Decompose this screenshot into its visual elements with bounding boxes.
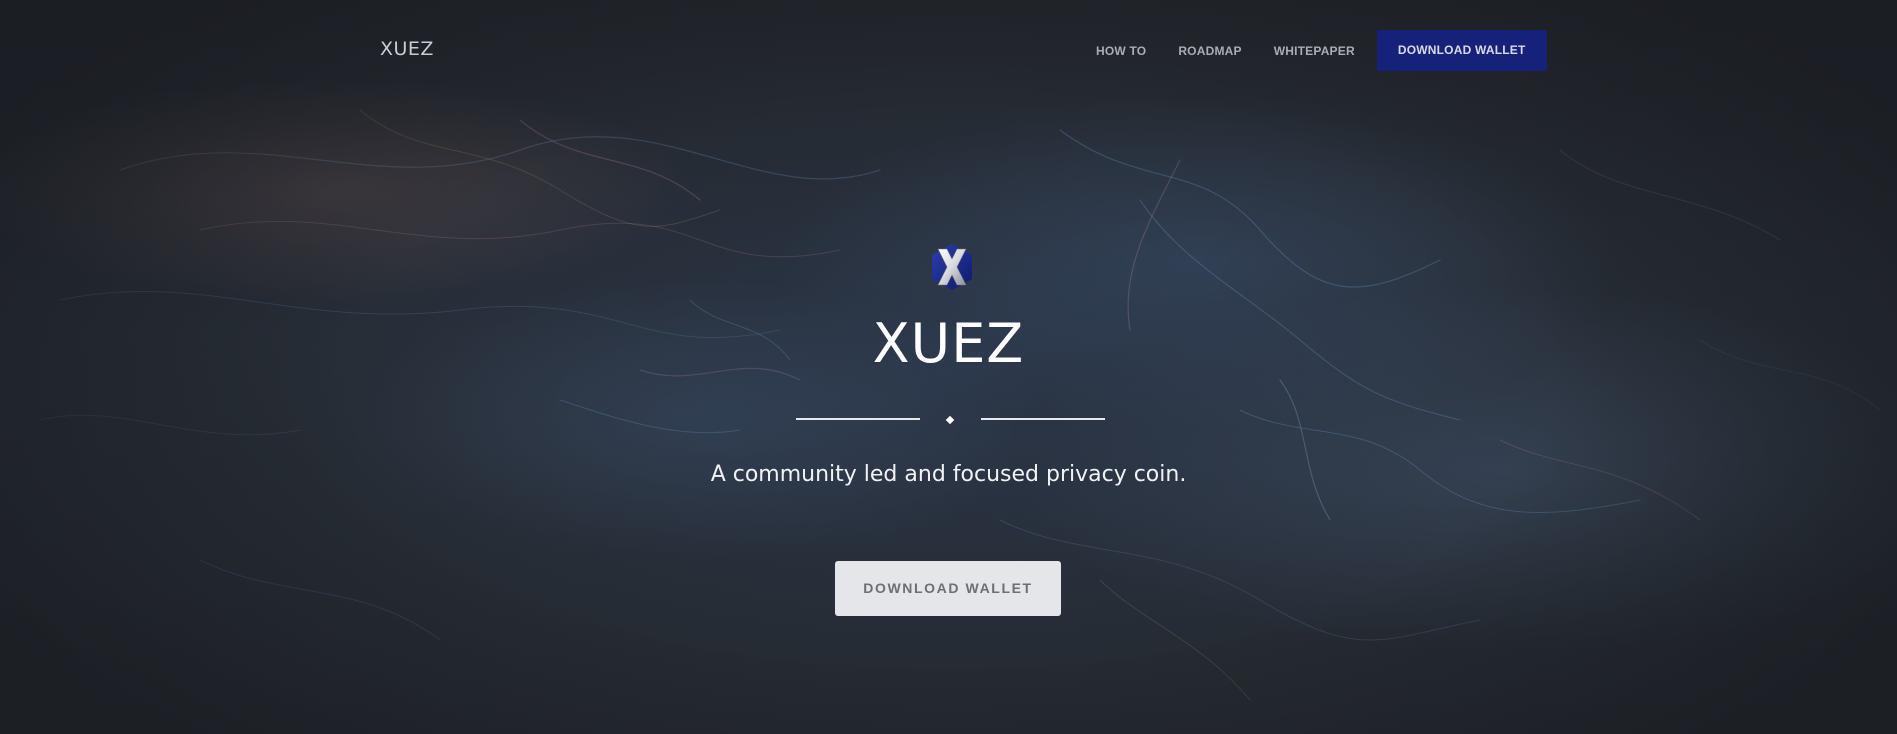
divider-left-line xyxy=(796,418,920,420)
hero-title: XUEZ xyxy=(872,312,1025,375)
hero-download-wallet-button[interactable]: DOWNLOAD WALLET xyxy=(835,561,1061,616)
brand-logo-text[interactable]: XUEZ xyxy=(380,38,434,60)
nav-how-to[interactable]: HOW TO xyxy=(1096,44,1146,58)
nav-roadmap[interactable]: ROADMAP xyxy=(1178,44,1241,58)
divider-right-line xyxy=(981,418,1105,420)
nav-whitepaper[interactable]: WHITEPAPER xyxy=(1274,44,1355,58)
xuez-x-logo-icon xyxy=(925,240,979,294)
nav-download-wallet-button[interactable]: DOWNLOAD WALLET xyxy=(1376,30,1547,71)
main-nav: HOW TO ROADMAP WHITEPAPER DOWNLOAD WALLE… xyxy=(1080,30,1547,71)
hero-tagline: A community led and focused privacy coin… xyxy=(710,462,1187,487)
